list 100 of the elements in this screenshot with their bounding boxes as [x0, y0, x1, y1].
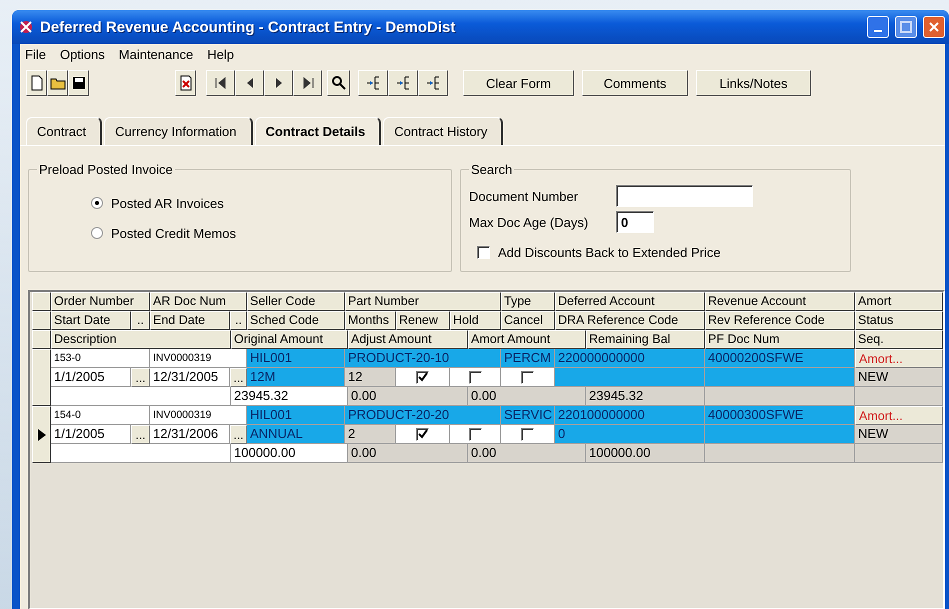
tree-arrow-icon	[365, 75, 381, 91]
column-header: Adjust Amount	[348, 330, 468, 349]
column-header: Renew	[396, 311, 450, 330]
toolbar-button[interactable]: Links/Notes	[696, 70, 811, 96]
table-cell: HIL001	[247, 406, 345, 425]
navigation-button[interactable]	[235, 70, 264, 96]
checkbox[interactable]	[477, 246, 490, 258]
maximize-icon	[900, 21, 912, 33]
date-picker-button[interactable]: ...	[131, 368, 150, 387]
field-label: Document Number	[469, 188, 580, 204]
table-cell: ANNUAL	[247, 425, 345, 444]
column-header: Seq.	[855, 330, 943, 349]
tab[interactable]: Contract Details	[254, 117, 382, 145]
search-button[interactable]	[327, 70, 350, 96]
menu-item[interactable]: Options	[60, 47, 105, 63]
close-button[interactable]	[923, 16, 945, 38]
column-header: Type	[501, 292, 555, 311]
column-header: Remaining Bal	[586, 330, 705, 349]
document-number-field[interactable]	[616, 185, 753, 207]
group-title: Search	[470, 162, 514, 177]
table-cell: 153-0	[51, 349, 150, 368]
column-header: Amort Amount	[468, 330, 586, 349]
column-header: Cancel	[501, 311, 555, 330]
table-cell: INV0000319	[150, 349, 247, 368]
table-cell: NEW	[855, 368, 943, 387]
column-header: Rev Reference Code	[705, 311, 855, 330]
table-cell: 23945.32	[231, 387, 348, 406]
table-cell: 220100000000	[555, 406, 705, 425]
maximize-button[interactable]	[895, 16, 917, 38]
checkbox[interactable]	[468, 428, 482, 440]
radio-button[interactable]	[91, 227, 103, 239]
menu-item[interactable]: Maintenance	[118, 47, 194, 63]
amort-button[interactable]: Amort...	[855, 406, 943, 425]
checkbox[interactable]	[416, 370, 429, 384]
column-header: Sched Code	[247, 311, 345, 330]
checkbox[interactable]	[416, 428, 429, 440]
table-cell: 12/31/2005	[150, 368, 230, 387]
table-cell: 23945.32	[586, 387, 705, 406]
app-icon	[18, 19, 34, 35]
column-header: Hold	[450, 311, 501, 330]
new-button[interactable]	[26, 70, 47, 96]
tree-button[interactable]	[418, 70, 448, 96]
date-picker-button[interactable]: ...	[131, 425, 150, 444]
radio-label: Posted Credit Memos	[111, 226, 236, 240]
table-cell: 1/1/2005	[51, 425, 131, 444]
column-header: Status	[855, 311, 943, 330]
tab[interactable]: Contract History	[383, 117, 504, 145]
row-selector[interactable]	[32, 406, 51, 463]
tab[interactable]: Currency Information	[104, 117, 253, 145]
column-header: PF Doc Num	[705, 330, 855, 349]
window-title: Deferred Revenue Accounting - Contract Entry - DemoDist	[40, 18, 456, 36]
column-header: Months	[345, 311, 396, 330]
column-header: Amort	[855, 292, 943, 311]
radio-button[interactable]	[91, 197, 103, 209]
menu-item[interactable]: File	[25, 47, 46, 63]
field-label: Max Doc Age (Days)	[469, 214, 590, 230]
table-cell: 100000.00	[231, 444, 348, 463]
open-button[interactable]	[47, 70, 68, 96]
minimize-button[interactable]	[867, 16, 889, 38]
header-corner	[32, 330, 51, 349]
tree-button[interactable]	[388, 70, 418, 96]
tab[interactable]: Contract	[26, 117, 102, 145]
row-selector[interactable]	[32, 349, 51, 406]
radio-label: Posted AR Invoices	[111, 196, 224, 210]
column-header: Seller Code	[247, 292, 345, 311]
navigation-button[interactable]	[206, 70, 235, 96]
toolbar-button[interactable]: Comments	[582, 70, 688, 96]
table-cell: NEW	[855, 425, 943, 444]
minimize-icon	[874, 30, 882, 32]
delete-button[interactable]	[175, 70, 196, 96]
table-cell: PRODUCT-20-10	[345, 349, 501, 368]
save-button[interactable]	[68, 70, 89, 96]
navigation-button[interactable]	[264, 70, 293, 96]
table-cell: 0.00	[348, 444, 468, 463]
table-cell: 40000300SFWE	[705, 406, 855, 425]
date-picker-button[interactable]: ...	[230, 425, 247, 444]
table-cell: 0.00	[468, 444, 586, 463]
navigation-button[interactable]	[293, 70, 322, 96]
tree-button[interactable]	[358, 70, 388, 96]
column-header: Deferred Account	[555, 292, 705, 311]
amort-button[interactable]: Amort...	[855, 349, 943, 368]
menu-item[interactable]: Help	[207, 47, 234, 63]
toolbar-button[interactable]: Clear Form	[463, 70, 574, 96]
checkbox-label: Add Discounts Back to Extended Price	[498, 244, 721, 260]
table-cell: 40000200SFWE	[705, 349, 855, 368]
header-corner	[32, 311, 51, 330]
table-cell: 0.00	[468, 387, 586, 406]
column-header: Original Amount	[231, 330, 348, 349]
checkbox[interactable]	[521, 428, 534, 440]
current-row-icon	[38, 428, 46, 440]
table-cell: 12/31/2006	[150, 425, 230, 444]
table-cell: HIL001	[247, 349, 345, 368]
checkbox[interactable]	[468, 370, 482, 384]
checkbox[interactable]	[521, 370, 534, 384]
tree-arrow-icon	[395, 75, 411, 91]
max-doc-age-field[interactable]: 0	[616, 211, 654, 233]
table-cell: PRODUCT-20-20	[345, 406, 501, 425]
column-header: AR Doc Num	[150, 292, 247, 311]
column-header: Description	[51, 330, 231, 349]
date-picker-button[interactable]: ...	[230, 368, 247, 387]
